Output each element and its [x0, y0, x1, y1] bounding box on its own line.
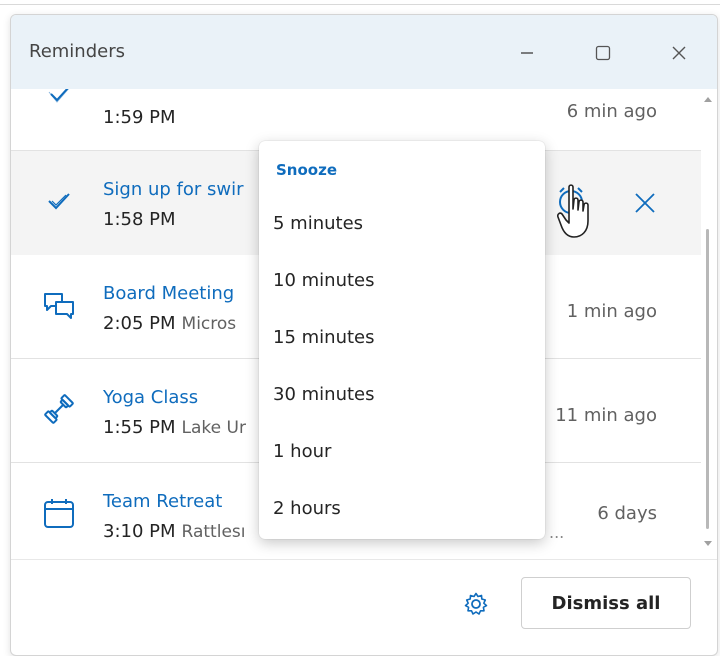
snooze-option-2-hours[interactable]: 2 hours [259, 484, 545, 534]
minimize-button[interactable] [507, 33, 547, 73]
background-edge [0, 4, 720, 5]
title-bar: Reminders [11, 15, 717, 89]
snooze-option-10-minutes[interactable]: 10 minutes [259, 256, 545, 306]
location-ellipsis: ... [549, 523, 565, 542]
reminder-location: Micros [181, 314, 237, 334]
menu-item-label: 5 minutes [273, 213, 364, 234]
window-title: Reminders [29, 41, 125, 62]
reminder-due: 1 min ago [566, 301, 657, 322]
task-check-icon [39, 89, 79, 115]
reminder-title[interactable]: Team Retreat [103, 491, 222, 512]
close-icon [672, 46, 686, 60]
menu-item-label: 10 minutes [273, 270, 375, 291]
menu-item-label: 1 hour [273, 441, 332, 462]
dumbbell-icon [39, 389, 79, 429]
maximize-button[interactable] [583, 33, 623, 73]
maximize-icon [595, 45, 611, 61]
snooze-option-1-hour[interactable]: 1 hour [259, 427, 545, 477]
hand-cursor-icon [557, 184, 589, 238]
snooze-menu-header: Snooze [276, 161, 337, 179]
reminder-location: Lake Ur [181, 418, 246, 438]
settings-button[interactable] [461, 589, 491, 619]
menu-item-label: 15 minutes [273, 327, 375, 348]
close-icon [635, 193, 655, 213]
dismiss-button[interactable] [625, 183, 665, 223]
scrollbar[interactable] [701, 89, 715, 559]
footer-divider [11, 559, 717, 560]
reminder-time: 1:58 PM [103, 209, 176, 230]
reminder-title[interactable]: Sign up for swir [103, 179, 244, 200]
reminder-time: 1:55 PM Lake Ur [103, 417, 246, 438]
reminder-time: 1:59 PM [103, 107, 176, 128]
chat-bubbles-icon [39, 285, 79, 325]
reminder-title[interactable]: Board Meeting [103, 283, 234, 304]
reminder-due: 6 days [597, 503, 657, 524]
snooze-menu: Snooze 5 minutes 10 minutes 15 minutes 3… [259, 141, 545, 539]
reminder-time: 2:05 PM Micros [103, 313, 237, 334]
reminder-location: Rattlesı [181, 522, 246, 542]
reminder-due: 6 min ago [566, 101, 657, 122]
close-window-button[interactable] [659, 33, 699, 73]
scroll-down-arrow-icon[interactable] [704, 541, 712, 546]
snooze-option-15-minutes[interactable]: 15 minutes [259, 313, 545, 363]
menu-item-label: 30 minutes [273, 384, 375, 405]
menu-item-label: 2 hours [273, 498, 341, 519]
reminder-due: 11 min ago [555, 405, 657, 426]
calendar-icon [39, 493, 79, 533]
scrollbar-thumb[interactable] [706, 229, 709, 529]
reminder-title[interactable]: Yoga Class [103, 387, 198, 408]
scroll-up-arrow-icon[interactable] [704, 97, 712, 102]
gear-icon [464, 592, 488, 615]
task-check-icon [39, 181, 79, 221]
dismiss-all-button[interactable]: Dismiss all [521, 577, 691, 629]
snooze-option-30-minutes[interactable]: 30 minutes [259, 370, 545, 420]
snooze-option-5-minutes[interactable]: 5 minutes [259, 199, 545, 249]
reminder-time: 3:10 PM Rattlesı [103, 521, 246, 542]
reminders-window: Reminders 1:59 PM 6 min ago Sign up for … [10, 14, 718, 656]
minimize-icon [521, 52, 533, 54]
